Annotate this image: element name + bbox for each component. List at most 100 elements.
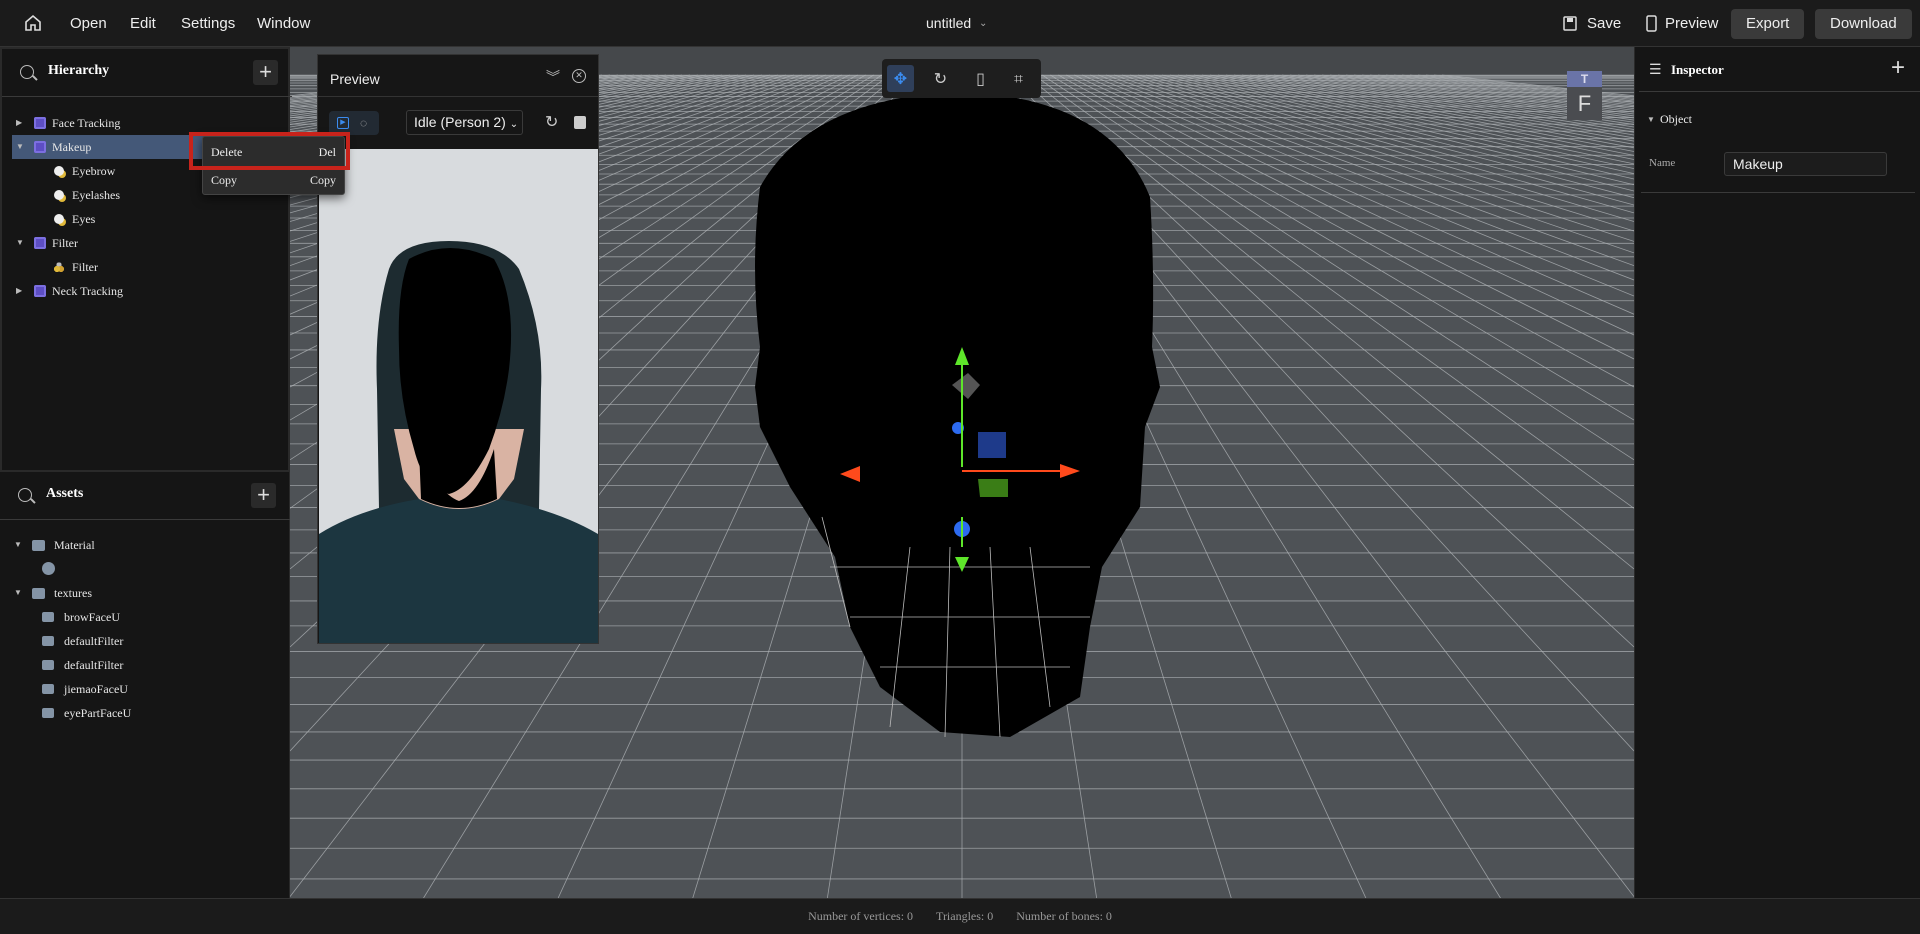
bone-count: Number of bones: 0	[1016, 909, 1112, 923]
transform-toolbar: ✥ ↻ ▯ ⌗	[882, 59, 1041, 98]
export-button[interactable]: Export	[1731, 9, 1805, 39]
asset-item[interactable]: ▼ Material	[10, 533, 288, 557]
asset-item[interactable]: eyePartFaceU	[10, 701, 288, 725]
image-icon	[42, 660, 54, 670]
save-button[interactable]: Save	[1587, 0, 1621, 47]
context-menu-copy[interactable]: Copy Copy	[211, 166, 336, 194]
animation-select-value: Idle (Person 2)	[414, 114, 506, 130]
refresh-icon[interactable]: ↻	[545, 112, 558, 131]
asset-item-label: Material	[54, 538, 95, 552]
stop-icon[interactable]	[574, 116, 586, 129]
project-title[interactable]: untitled	[926, 0, 971, 47]
menu-open[interactable]: Open	[70, 0, 107, 47]
download-button[interactable]: Download	[1815, 9, 1912, 39]
save-icon[interactable]	[1563, 16, 1577, 31]
tracking-icon	[34, 117, 46, 129]
home-icon[interactable]	[24, 14, 42, 32]
hierarchy-item-label: Eyes	[72, 212, 96, 226]
scale-tool-icon[interactable]: ▯	[967, 65, 994, 92]
view-cube-front[interactable]: F	[1567, 87, 1602, 120]
hierarchy-item-label: Eyelashes	[72, 188, 120, 202]
rect-tool-icon[interactable]: ⌗	[1005, 65, 1032, 92]
hierarchy-title: Hierarchy	[48, 63, 110, 78]
hierarchy-item[interactable]: ▶ Neck Tracking	[12, 279, 290, 303]
hierarchy-panel: Hierarchy + ▶ Face Tracking ▼ Makeup Eyebrow…	[0, 47, 292, 472]
asset-item[interactable]	[10, 557, 288, 581]
hierarchy-item[interactable]: ▼ Filter	[12, 231, 290, 255]
status-bar: Number of vertices: 0 Triangles: 0 Numbe…	[0, 898, 1920, 934]
asset-item-label: defaultFilter	[64, 634, 124, 648]
asset-item[interactable]: defaultFilter	[10, 629, 288, 653]
face-mode-icon[interactable]: ◌	[360, 116, 367, 131]
view-cube-top[interactable]: T	[1567, 71, 1602, 87]
vertex-count: Number of vertices: 0	[808, 909, 914, 923]
asset-item[interactable]: ▼ textures	[10, 581, 288, 605]
move-tool-icon[interactable]: ✥	[887, 65, 914, 92]
caret-down-icon[interactable]: ▼	[16, 231, 24, 255]
asset-item-label: jiemaoFaceU	[64, 682, 128, 696]
copy-label: Copy	[211, 173, 238, 187]
animation-select[interactable]: Idle (Person 2) ⌄	[406, 110, 523, 135]
hierarchy-item-label: Makeup	[52, 140, 92, 154]
image-icon	[42, 684, 54, 694]
search-icon[interactable]	[20, 65, 34, 79]
hierarchy-item-label: Filter	[72, 260, 98, 274]
hierarchy-item-label: Neck Tracking	[52, 284, 123, 298]
phone-icon[interactable]	[1646, 15, 1657, 32]
menu-settings[interactable]: Settings	[181, 0, 235, 47]
hierarchy-item[interactable]: Eyes	[12, 207, 290, 231]
name-input[interactable]: Makeup	[1724, 152, 1887, 176]
asset-item[interactable]: jiemaoFaceU	[10, 677, 288, 701]
image-icon	[42, 612, 54, 622]
play-mode-icon[interactable]: ▶	[337, 117, 349, 129]
preview-image	[319, 149, 598, 643]
add-component-button[interactable]: +	[1891, 54, 1905, 82]
caret-right-icon[interactable]: ▶	[16, 111, 22, 135]
hierarchy-item-label: Filter	[52, 236, 78, 250]
inspector-panel: ☰ Inspector + ▼ Object Name Makeup	[1634, 47, 1920, 898]
caret-right-icon[interactable]: ▶	[16, 279, 22, 303]
caret-down-icon[interactable]: ▼	[14, 533, 22, 557]
hierarchy-item[interactable]: Filter	[12, 255, 290, 279]
makeup-icon	[54, 190, 64, 200]
collapse-icon[interactable]: ︾	[546, 67, 560, 87]
inspector-icon: ☰	[1649, 63, 1662, 78]
makeup-icon	[54, 214, 64, 224]
triangle-count: Triangles: 0	[936, 909, 994, 923]
inspector-title: Inspector	[1671, 62, 1724, 77]
menu-edit[interactable]: Edit	[130, 0, 156, 47]
search-icon[interactable]	[18, 488, 32, 502]
asset-item-label: defaultFilter	[64, 658, 124, 672]
copy-shortcut: Copy	[309, 173, 336, 187]
menu-window[interactable]: Window	[257, 0, 310, 47]
filter-icon	[54, 262, 64, 272]
tracking-icon	[34, 141, 46, 153]
image-icon	[42, 636, 54, 646]
xz-plane-handle	[978, 479, 1008, 497]
asset-item[interactable]: browFaceU	[10, 605, 288, 629]
hierarchy-item-label: Eyebrow	[72, 164, 116, 178]
add-object-button[interactable]: +	[253, 60, 278, 85]
material-icon	[42, 562, 55, 575]
image-icon	[42, 708, 54, 718]
preview-title: Preview	[330, 71, 380, 87]
hierarchy-item-label: Face Tracking	[52, 116, 121, 130]
xy-plane-handle	[978, 432, 1006, 458]
asset-item[interactable]: defaultFilter	[10, 653, 288, 677]
add-asset-button[interactable]: +	[251, 483, 276, 508]
asset-item-label: eyePartFaceU	[64, 706, 132, 720]
caret-down-icon[interactable]: ▼	[16, 135, 24, 159]
assets-title: Assets	[46, 486, 84, 501]
makeup-icon	[54, 166, 64, 176]
caret-down-icon[interactable]: ▼	[1647, 115, 1655, 124]
close-icon[interactable]: ✕	[572, 69, 586, 83]
caret-down-icon[interactable]: ▼	[14, 581, 22, 605]
highlight-box	[189, 132, 350, 170]
tracking-icon	[34, 285, 46, 297]
section-object[interactable]: Object	[1660, 112, 1692, 127]
rotate-tool-icon[interactable]: ↻	[927, 65, 954, 92]
asset-item-label: browFaceU	[64, 610, 120, 624]
tracking-icon	[34, 237, 46, 249]
preview-button[interactable]: Preview	[1665, 0, 1718, 47]
chevron-down-icon[interactable]: ⌄	[979, 0, 987, 47]
